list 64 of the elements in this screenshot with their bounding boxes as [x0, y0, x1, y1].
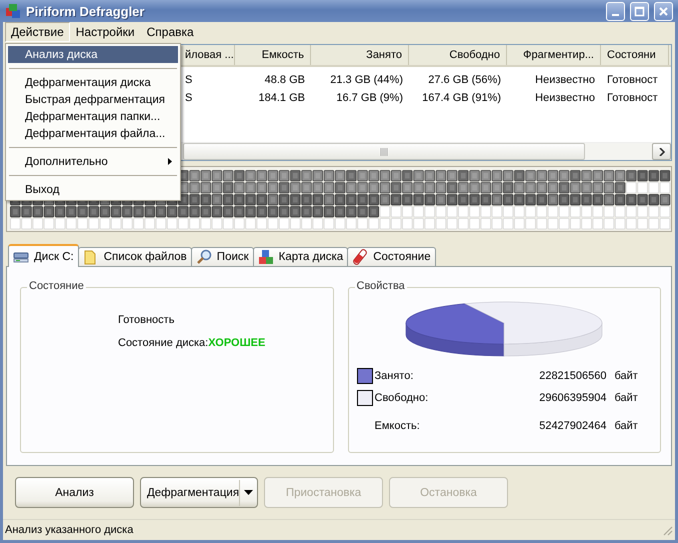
table-cell-text: S — [184, 74, 194, 86]
table-cell-text: 27.6 GB (56%) — [427, 74, 502, 86]
scrollbar-thumb[interactable] — [183, 143, 585, 160]
column-header[interactable]: Фрагментир... — [507, 45, 601, 65]
magnifier-icon — [196, 249, 212, 265]
legend-value: 29606395904 — [539, 392, 608, 404]
defragment-button[interactable]: Дефрагментация — [140, 477, 258, 508]
menu-item[interactable]: Дефрагментация папки... — [8, 108, 178, 125]
column-header[interactable]: Занято — [311, 45, 409, 65]
status-bar-text: Анализ указанного диска — [5, 524, 134, 536]
maximize-icon — [634, 6, 645, 16]
capacity-label: Емкость: — [374, 420, 421, 432]
unit-label: байт — [614, 392, 639, 404]
menu-item[interactable]: Анализ диска — [8, 46, 178, 63]
unit-label: байт — [614, 420, 639, 432]
menu-bar-item[interactable]: Настройки — [70, 22, 141, 42]
group-title: Состояние — [27, 280, 86, 292]
action-button[interactable]: Анализ — [15, 477, 134, 508]
health-value: ХОРОШЕЕ — [208, 337, 266, 349]
column-header[interactable]: Свободно — [409, 45, 507, 65]
submenu-item[interactable]: Дополнительно — [8, 153, 178, 170]
menu-item[interactable]: Выход — [8, 181, 178, 198]
minimize-button[interactable] — [606, 2, 625, 20]
table-cell-text: 21.3 GB (44%) — [329, 74, 404, 86]
scroll-right-button[interactable] — [652, 143, 671, 160]
status-text: Готовность — [118, 314, 176, 326]
tab[interactable]: Поиск — [190, 247, 254, 266]
tab[interactable]: Список файлов — [78, 247, 192, 266]
table-cell-text: 184.1 GB — [258, 92, 306, 104]
menu-bar-item[interactable]: Действие — [5, 22, 70, 42]
table-cell-text: S — [184, 92, 194, 104]
close-icon — [658, 6, 669, 16]
resize-grip-icon — [662, 524, 673, 536]
minimize-icon — [612, 14, 619, 16]
column-header[interactable]: Состояни — [601, 45, 669, 65]
maximize-button[interactable] — [630, 2, 649, 20]
table-cell-text: 48.8 GB — [264, 74, 306, 86]
column-header[interactable]: Емкость — [235, 45, 311, 65]
table-cell-text: Готовност — [606, 74, 659, 86]
legend-value: 22821506560 — [539, 370, 608, 382]
table-cell-text: 16.7 GB (9%) — [335, 92, 404, 104]
menu-item[interactable]: Дефрагментация диска — [8, 74, 178, 91]
blocks-icon — [258, 249, 274, 265]
table-cell-text: Неизвестно — [534, 92, 596, 104]
legend-label: Свободно: — [374, 392, 430, 404]
table-cell-text: 167.4 GB (91%) — [421, 92, 502, 104]
menu-item[interactable]: Быстрая дефрагментация — [8, 91, 178, 108]
menu-item[interactable]: Дефрагментация файла... — [8, 125, 178, 142]
unit-label: байт — [614, 370, 639, 382]
window-title: Piriform Defraggler — [26, 4, 146, 18]
capacity-value: 52427902464 — [539, 420, 608, 432]
table-cell-text: Готовност — [606, 92, 659, 104]
tab[interactable]: Состояние — [347, 247, 436, 266]
table-cell-text: Неизвестно — [534, 74, 596, 86]
menu-bar-item[interactable]: Справка — [140, 22, 200, 42]
tab[interactable]: Диск C: — [8, 244, 79, 267]
caret-icon — [244, 490, 254, 495]
group-title: Свойства — [354, 280, 407, 292]
close-button[interactable] — [654, 2, 673, 20]
app-logo-icon — [5, 3, 21, 19]
health-label: Состояние диска: — [118, 337, 208, 349]
tab[interactable]: Карта диска — [252, 247, 348, 266]
legend-label: Занято: — [374, 370, 414, 382]
submenu-arrow-icon — [168, 158, 172, 165]
